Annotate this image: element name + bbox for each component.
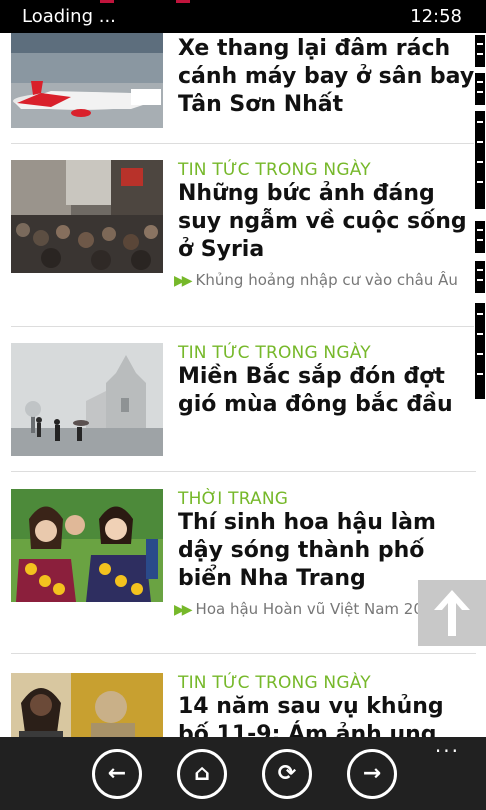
- forward-button[interactable]: →: [347, 749, 397, 799]
- divider: [11, 326, 476, 327]
- more-options-button[interactable]: ...: [435, 733, 460, 757]
- divider: [11, 471, 476, 472]
- article-item[interactable]: Xe thang lại đâm rách cánh máy bay ở sân…: [0, 33, 476, 146]
- article-item[interactable]: TIN TỨC TRONG NGÀY 14 năm sau vụ khủng b…: [0, 673, 476, 737]
- back-button[interactable]: ←: [92, 749, 142, 799]
- scroll-to-top-button[interactable]: [418, 580, 486, 646]
- article-item[interactable]: TIN TỨC TRONG NGÀY Những bức ảnh đáng su…: [0, 160, 476, 325]
- foggy-church-thumbnail[interactable]: [11, 343, 163, 456]
- article-item[interactable]: TIN TỨC TRONG NGÀY Miền Bắc sắp đón đợt …: [0, 343, 476, 473]
- strip-mark: [475, 303, 485, 399]
- home-icon: ⌂: [194, 761, 210, 786]
- related-topic-link[interactable]: ▶▶ Khủng hoảng nhập cư vào châu Âu: [174, 270, 474, 292]
- article-headline[interactable]: Xe thang lại đâm rách cánh máy bay ở sân…: [178, 35, 478, 119]
- article-headline[interactable]: Những bức ảnh đáng suy ngẫm về cuộc sống…: [178, 180, 478, 264]
- strip-mark: [475, 111, 485, 209]
- refresh-icon: ⟳: [277, 761, 297, 786]
- home-button[interactable]: ⌂: [177, 749, 227, 799]
- article-item[interactable]: THỜI TRANG Thí sinh hoa hậu làm dậy sóng…: [0, 489, 476, 654]
- strip-mark: [475, 73, 485, 105]
- strip-mark: [475, 35, 485, 67]
- strip-mark: [475, 261, 485, 293]
- article-category: TIN TỨC TRONG NGÀY: [178, 343, 371, 363]
- pageant-thumbnail[interactable]: [11, 489, 163, 602]
- dust-covered-thumbnail[interactable]: [11, 673, 163, 737]
- article-feed[interactable]: Xe thang lại đâm rách cánh máy bay ở sân…: [0, 33, 486, 737]
- airplane-thumbnail[interactable]: [11, 33, 163, 128]
- double-chevron-icon: ▶▶: [174, 273, 192, 289]
- status-accent: [176, 0, 190, 3]
- crowd-thumbnail[interactable]: [11, 160, 163, 273]
- article-category: THỜI TRANG: [178, 489, 289, 509]
- related-topic-text: Khủng hoảng nhập cư vào châu Âu: [195, 271, 458, 289]
- divider: [11, 143, 476, 144]
- status-accent: [100, 0, 114, 3]
- article-category: TIN TỨC TRONG NGÀY: [178, 673, 371, 693]
- related-topic-text: Hoa hậu Hoàn vũ Việt Nam 2015: [195, 600, 442, 618]
- status-bar: Loading ... 12:58: [0, 0, 486, 33]
- refresh-button[interactable]: ⟳: [262, 749, 312, 799]
- article-category: TIN TỨC TRONG NGÀY: [178, 160, 371, 180]
- clock: 12:58: [410, 6, 462, 27]
- divider: [11, 653, 476, 654]
- side-strip: [474, 33, 486, 403]
- loading-text: Loading ...: [22, 6, 116, 27]
- arrow-left-icon: ←: [107, 761, 127, 786]
- double-chevron-icon: ▶▶: [174, 602, 192, 618]
- arrow-up-icon: [434, 590, 470, 636]
- arrow-right-icon: →: [362, 761, 382, 786]
- strip-mark: [475, 221, 485, 253]
- article-headline[interactable]: Miền Bắc sắp đón đợt gió mùa đông bắc đầ…: [178, 363, 478, 419]
- app-bar: ← ⌂ ⟳ → ...: [0, 733, 486, 810]
- article-headline[interactable]: 14 năm sau vụ khủng bố 11-9: Ám ảnh ung …: [178, 693, 478, 737]
